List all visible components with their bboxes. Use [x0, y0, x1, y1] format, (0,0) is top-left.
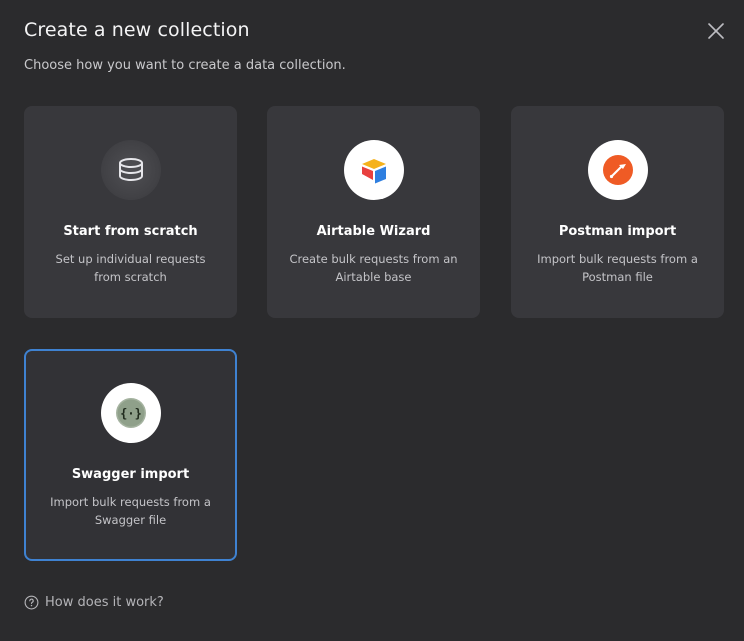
option-title: Airtable Wizard	[316, 224, 431, 239]
create-collection-modal: Create a new collection Choose how you w…	[0, 0, 744, 641]
option-title: Postman import	[558, 224, 677, 239]
swagger-icon: {·}	[101, 383, 161, 443]
option-description: Set up individual requests from scratch	[55, 252, 206, 284]
option-description: Create bulk requests from an Airtable ba…	[289, 252, 458, 284]
option-start-from-scratch[interactable]: Start from scratch Set up individual req…	[24, 106, 237, 318]
option-title: Start from scratch	[63, 224, 198, 239]
option-title: Swagger import	[71, 467, 190, 482]
option-description: Import bulk requests from a Postman file	[537, 252, 698, 284]
option-description: Import bulk requests from a Swagger file	[50, 495, 211, 527]
option-swagger-import[interactable]: {·} Swagger import Import bulk requests …	[24, 349, 237, 561]
close-icon[interactable]	[703, 18, 729, 44]
modal-subtitle: Choose how you want to create a data col…	[24, 58, 346, 73]
option-postman-import[interactable]: Postman import Import bulk requests from…	[511, 106, 724, 318]
postman-icon	[588, 140, 648, 200]
help-label: How does it work?	[45, 595, 164, 610]
how-it-works-link[interactable]: How does it work?	[24, 595, 164, 610]
option-airtable-wizard[interactable]: Airtable Wizard Create bulk requests fro…	[267, 106, 480, 318]
database-icon	[101, 140, 161, 200]
modal-title: Create a new collection	[24, 19, 250, 41]
airtable-icon	[344, 140, 404, 200]
svg-text:{·}: {·}	[120, 407, 142, 421]
help-circle-icon	[24, 595, 39, 610]
